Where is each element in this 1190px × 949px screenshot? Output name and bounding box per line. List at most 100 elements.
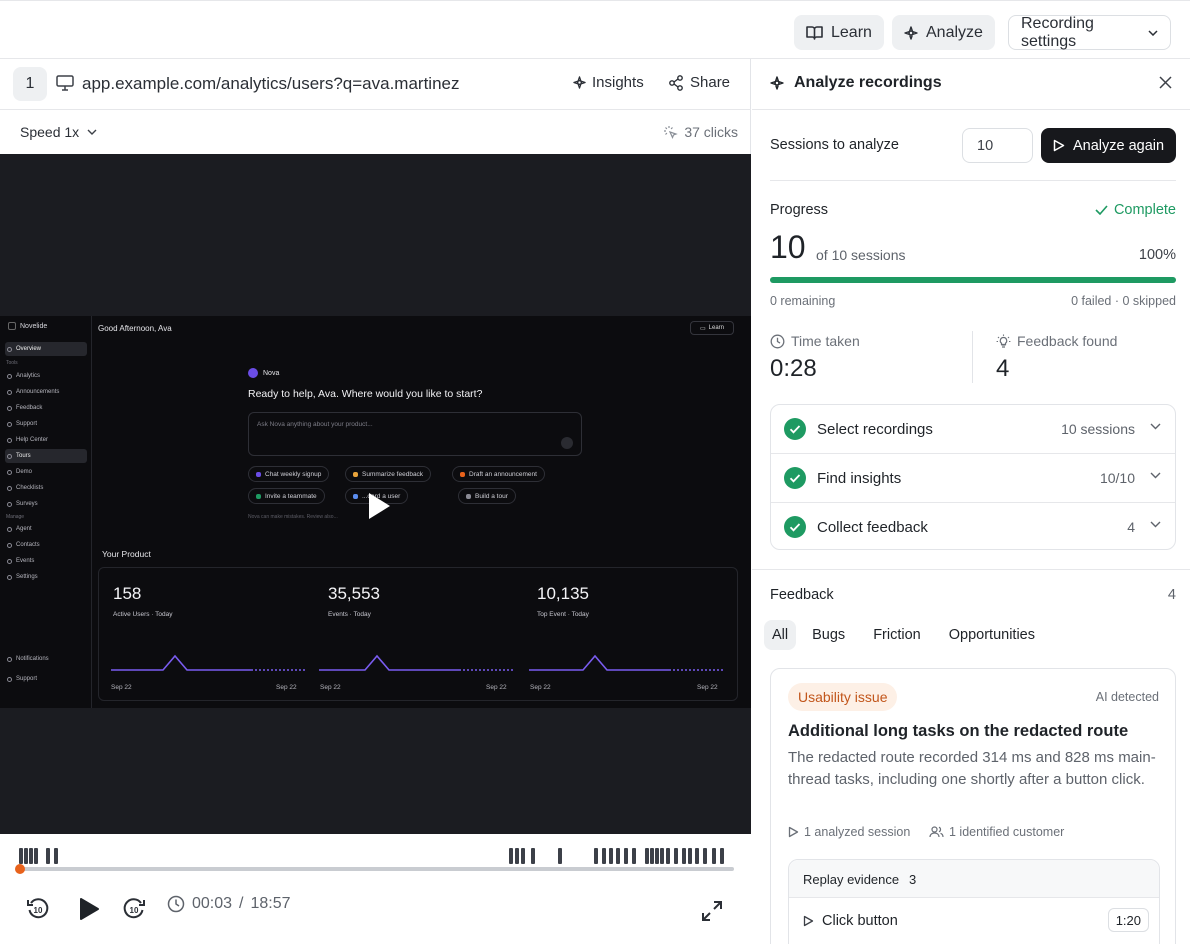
analyze-button[interactable]: Analyze xyxy=(892,15,995,50)
click-marker[interactable] xyxy=(720,848,724,864)
click-marker[interactable] xyxy=(655,848,659,864)
click-marker[interactable] xyxy=(632,848,636,864)
rewind-10-icon[interactable]: 10 xyxy=(26,897,50,921)
feedback-found-text: Feedback found xyxy=(1017,333,1118,349)
play-icon[interactable] xyxy=(76,896,102,922)
metric-sparkline xyxy=(111,654,307,671)
share-icon xyxy=(669,74,683,91)
click-marker[interactable] xyxy=(602,848,606,864)
click-marker[interactable] xyxy=(24,848,28,864)
tab-number[interactable]: 1 xyxy=(13,67,47,101)
click-marker[interactable] xyxy=(609,848,613,864)
analyze-again-button[interactable]: Analyze again xyxy=(1041,128,1176,163)
duration: 18:57 xyxy=(250,895,291,912)
step-name: Collect feedback xyxy=(817,519,928,536)
click-marker[interactable] xyxy=(19,848,23,864)
check-circle-icon xyxy=(784,467,806,489)
playback-toolbar: Speed 1x 37 clicks xyxy=(0,110,751,154)
recorded-chip: Summarize feedback xyxy=(345,466,432,482)
seek-handle[interactable] xyxy=(15,864,26,874)
insights-label: Insights xyxy=(592,74,644,91)
click-marker[interactable] xyxy=(660,848,664,864)
recorded-sidebar-item: Demo xyxy=(5,465,87,479)
recorded-chip: Build a tour xyxy=(458,488,516,504)
click-marker[interactable] xyxy=(695,848,699,864)
close-icon[interactable] xyxy=(1159,76,1172,89)
player-controls: 10 10 00:03 / 18:57 xyxy=(0,834,751,944)
click-marker[interactable] xyxy=(34,848,38,864)
recorded-ask-box: Ask Nova anything about your product... xyxy=(248,412,582,456)
metric-label: Active Users · Today xyxy=(113,611,173,618)
metric-value: 10,135 xyxy=(537,584,589,603)
identified-customers-text: 1 identified customer xyxy=(949,825,1065,839)
replay-video[interactable]: Novelide Overview Tools Analytics Announ… xyxy=(0,154,751,834)
failed-skipped-label: 0 failed · 0 skipped xyxy=(1071,294,1176,308)
recorded-disclaimer: Nova can make mistakes. Review also... xyxy=(248,514,338,520)
click-marker[interactable] xyxy=(616,848,620,864)
click-marker[interactable] xyxy=(674,848,678,864)
click-marker[interactable] xyxy=(666,848,670,864)
evidence-item[interactable]: Click button xyxy=(803,913,898,929)
check-icon xyxy=(1095,205,1108,215)
sparkle-icon xyxy=(904,25,918,40)
click-marker[interactable] xyxy=(46,848,50,864)
divider xyxy=(972,331,973,383)
metric-end-date: Sep 22 xyxy=(486,684,507,691)
insights-button[interactable]: Insights xyxy=(573,74,644,91)
click-marker[interactable] xyxy=(650,848,654,864)
click-marker[interactable] xyxy=(703,848,707,864)
tab-all[interactable]: All xyxy=(764,620,797,650)
step-select-recordings[interactable]: Select recordings 10 sessions xyxy=(771,405,1175,453)
recorded-learn-button: ▭ Learn xyxy=(690,321,734,335)
feedback-label: Feedback xyxy=(770,587,834,603)
click-marker[interactable] xyxy=(682,848,686,864)
recorded-chip: Invite a teammate xyxy=(248,488,325,504)
seek-bar[interactable] xyxy=(15,864,734,874)
recording-settings-label: Recording settings xyxy=(1021,14,1094,50)
tab-friction[interactable]: Friction xyxy=(861,620,933,650)
play-overlay-icon[interactable] xyxy=(352,481,402,531)
recorded-caption: Manage xyxy=(6,514,25,520)
speed-dropdown[interactable]: Speed 1x xyxy=(20,124,97,140)
identified-customers: 1 identified customer xyxy=(929,825,1064,839)
step-collect-feedback[interactable]: Collect feedback 4 xyxy=(771,502,1175,550)
step-find-insights[interactable]: Find insights 10/10 xyxy=(771,453,1175,501)
click-marker[interactable] xyxy=(515,848,519,864)
click-marker[interactable] xyxy=(29,848,33,864)
step-value: 10/10 xyxy=(1099,470,1135,486)
click-marker[interactable] xyxy=(509,848,513,864)
feedback-card[interactable]: Usability issue AI detected Additional l… xyxy=(770,668,1176,944)
click-marker[interactable] xyxy=(521,848,525,864)
metric-sparkline xyxy=(319,654,515,671)
fullscreen-icon[interactable] xyxy=(701,900,723,922)
recorded-sidebar-item: Agent xyxy=(5,522,87,536)
book-icon xyxy=(806,26,823,40)
svg-text:10: 10 xyxy=(34,906,43,915)
recording-settings-dropdown[interactable]: Recording settings xyxy=(1008,15,1171,50)
tab-bugs[interactable]: Bugs xyxy=(800,620,857,650)
recorded-sidebar-item: Surveys xyxy=(5,497,87,511)
click-marker[interactable] xyxy=(54,848,58,864)
share-button[interactable]: Share xyxy=(668,74,730,91)
click-marker[interactable] xyxy=(594,848,598,864)
recorded-sidebar: Novelide Overview Tools Analytics Announ… xyxy=(0,316,92,708)
category-badge: Usability issue xyxy=(788,683,898,711)
metric-label: Top Event · Today xyxy=(537,611,589,618)
evidence-timestamp[interactable]: 1:20 xyxy=(1107,908,1149,932)
sessions-input[interactable]: 10 xyxy=(962,128,1033,163)
click-marker[interactable] xyxy=(558,848,562,864)
chevron-down-icon xyxy=(1148,29,1158,36)
click-marker[interactable] xyxy=(645,848,649,864)
tab-opportunities[interactable]: Opportunities xyxy=(937,620,1047,650)
replay-evidence-header[interactable]: Replay evidence 3 xyxy=(789,860,1159,898)
panel-title-text: Analyze recordings xyxy=(794,74,942,91)
play-icon xyxy=(1053,139,1065,152)
status-label: Complete xyxy=(1113,202,1176,218)
url-bar: 1 app.example.com/analytics/users?q=ava.… xyxy=(0,59,751,110)
click-marker[interactable] xyxy=(624,848,628,864)
learn-button[interactable]: Learn xyxy=(794,15,884,50)
click-marker[interactable] xyxy=(688,848,692,864)
click-marker[interactable] xyxy=(531,848,535,864)
click-marker[interactable] xyxy=(712,848,716,864)
forward-10-icon[interactable]: 10 xyxy=(122,897,146,921)
